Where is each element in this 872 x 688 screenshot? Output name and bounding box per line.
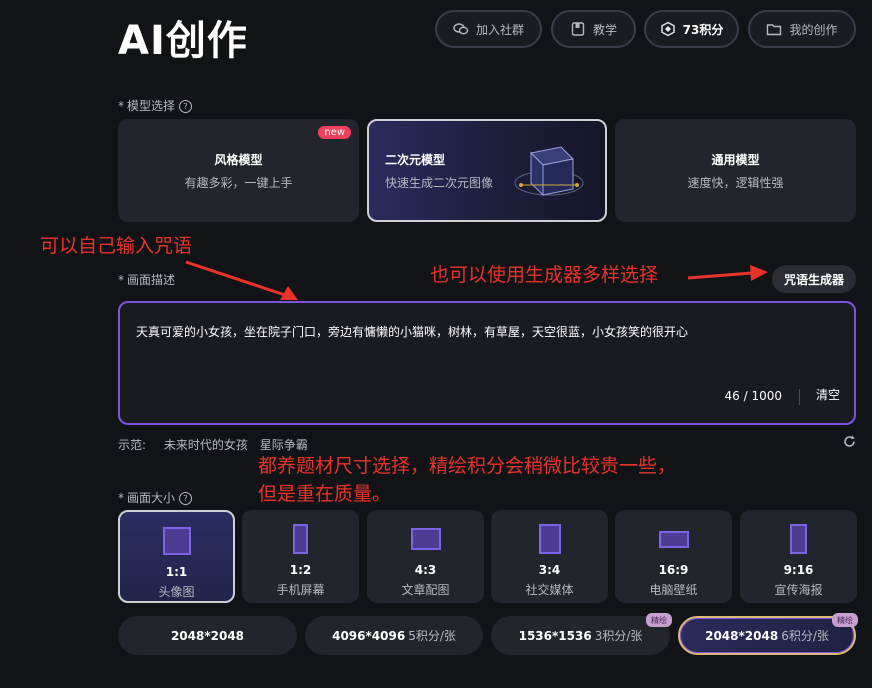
char-counter: 46 / 1000 <box>724 389 782 403</box>
ratio-tall-icon <box>790 523 807 555</box>
resolution-option[interactable]: 2048*2048 <box>118 616 297 655</box>
prompt-text[interactable]: 天真可爱的小女孩，坐在院子门口，旁边有慵懒的小猫咪，树林，有草屋，天空很蓝，小女… <box>136 323 688 340</box>
ratio-label: 1:2 <box>289 563 312 577</box>
annotation-middle-line2: 但是重在质量。 <box>258 483 392 505</box>
resolution-cost: 6积分/张 <box>781 629 829 643</box>
ratio-name: 宣传海报 <box>774 583 823 597</box>
example-item[interactable]: 未来时代的女孩 <box>164 438 248 452</box>
ratio-square-icon <box>162 525 191 557</box>
ratio-name: 文章配图 <box>401 583 450 597</box>
ratio-label: 9:16 <box>783 563 814 577</box>
examples-label: 示范: <box>118 438 147 452</box>
size-option-9-16[interactable]: 9:16 宣传海报 <box>740 510 857 603</box>
resolution-size: 1536*1536 <box>518 628 592 643</box>
ratio-label: 16:9 <box>658 563 689 577</box>
refresh-icon[interactable] <box>843 435 856 452</box>
resolution-size: 2048*2048 <box>705 628 779 643</box>
resolution-size: 4096*4096 <box>332 628 406 643</box>
size-option-1-2[interactable]: 1:2 手机屏幕 <box>242 510 359 603</box>
ratio-label: 1:1 <box>165 565 188 579</box>
size-option-1-1[interactable]: 1:1 头像图 <box>118 510 235 603</box>
resolution-cost: 5积分/张 <box>408 629 456 643</box>
fine-badge: 精绘 <box>832 613 858 627</box>
ratio-portrait-icon <box>293 523 308 555</box>
ratio-name: 社交媒体 <box>525 583 574 597</box>
size-option-4-3[interactable]: 4:3 文章配图 <box>367 510 484 603</box>
ratio-name: 手机屏幕 <box>276 583 325 597</box>
divider <box>799 389 800 405</box>
size-section-label-text: 画面大小 <box>127 491 176 505</box>
annotation-middle-line1: 都养题材尺寸选择，精绘积分会稍微比较贵一些， <box>258 455 677 477</box>
fine-badge: 精绘 <box>646 613 672 627</box>
prompt-section-label-text: 画面描述 <box>127 273 176 287</box>
resolution-size: 2048*2048 <box>170 628 245 643</box>
ratio-name: 电脑壁纸 <box>649 583 698 597</box>
resolution-option[interactable]: 1536*1536 3积分/张 <box>491 616 670 655</box>
example-item[interactable]: 星际争霸 <box>260 438 308 452</box>
ratio-label: 3:4 <box>538 563 561 577</box>
prompt-textarea[interactable]: 天真可爱的小女孩，坐在院子门口，旁边有慵懒的小猫咪，树林，有草屋，天空很蓝，小女… <box>118 301 856 425</box>
ratio-name: 头像图 <box>158 585 195 599</box>
ratio-portrait-icon <box>538 523 561 555</box>
ratio-label: 4:3 <box>414 563 437 577</box>
prompt-generator-button[interactable]: 咒语生成器 <box>772 265 856 293</box>
help-icon[interactable]: ? <box>179 492 193 505</box>
size-section-label: * 画面大小? <box>118 489 193 506</box>
prompt-section-label: * 画面描述 <box>118 273 176 287</box>
size-option-16-9[interactable]: 16:9 电脑壁纸 <box>615 510 732 603</box>
resolution-option-selected[interactable]: 2048*2048 6积分/张 <box>678 616 856 655</box>
ratio-wide-icon <box>658 523 689 555</box>
resolution-cost: 3积分/张 <box>594 629 643 643</box>
arrow-head-icon <box>750 265 768 281</box>
ratio-landscape-icon <box>410 523 441 555</box>
clear-button[interactable]: 清空 <box>816 386 840 403</box>
size-option-3-4[interactable]: 3:4 社交媒体 <box>491 510 608 603</box>
resolution-option[interactable]: 4096*4096 5积分/张 <box>305 616 483 655</box>
